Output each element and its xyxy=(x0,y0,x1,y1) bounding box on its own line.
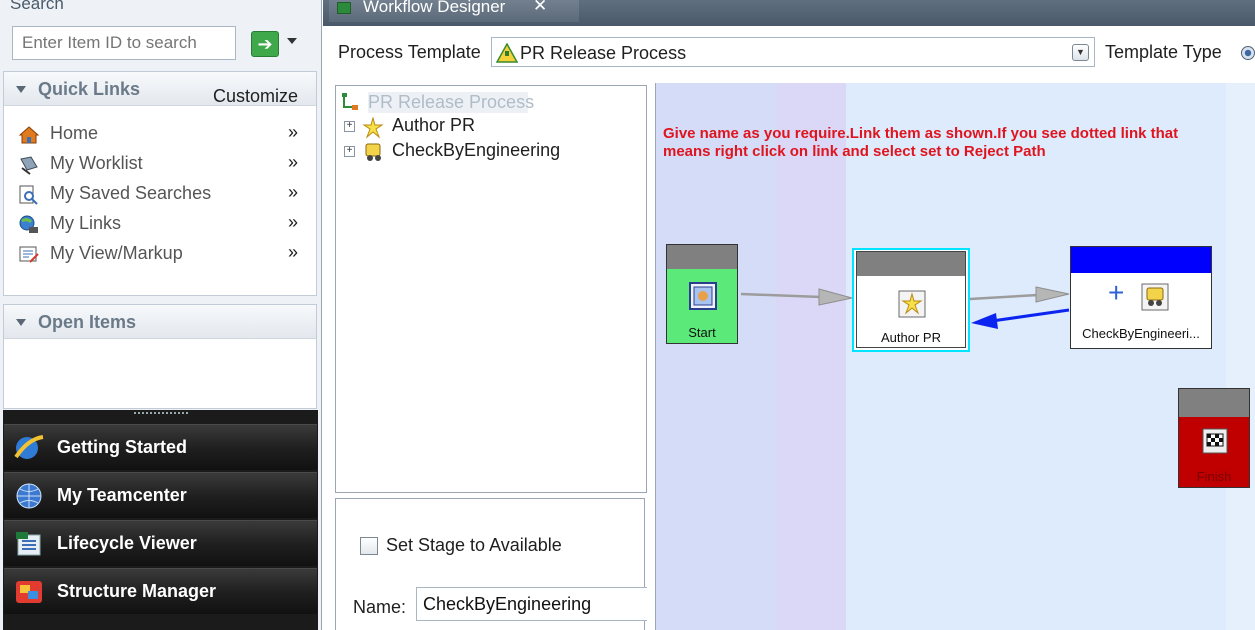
node-label: CheckByEngineeri... xyxy=(1082,326,1200,341)
set-stage-label: Set Stage to Available xyxy=(386,535,562,555)
chevron-right-icon[interactable]: » xyxy=(288,182,298,203)
quick-link-my-links[interactable]: My Links » xyxy=(18,212,298,238)
saved-searches-icon xyxy=(19,185,38,205)
links-icon xyxy=(19,215,38,233)
quick-link-saved-searches[interactable]: My Saved Searches » xyxy=(18,182,298,208)
structure-manager-icon xyxy=(16,581,42,603)
item-id-search-input[interactable] xyxy=(12,26,236,60)
app-lifecycle-viewer[interactable]: Lifecycle Viewer xyxy=(4,520,317,566)
tab-title: Workflow Designer xyxy=(363,0,506,16)
app-my-teamcenter[interactable]: My Teamcenter xyxy=(4,472,317,518)
collapse-triangle-icon[interactable] xyxy=(16,319,26,326)
quick-links-section: Quick Links Customize Home » My Worklist… xyxy=(3,71,317,296)
node-header xyxy=(1179,389,1249,417)
arrow-right-icon: ➔ xyxy=(257,34,273,54)
node-label: Finish xyxy=(1196,469,1232,484)
quick-link-worklist[interactable]: My Worklist » xyxy=(18,152,298,178)
workflow-designer-view: Process Template PR Release Process ▼ Te… xyxy=(323,26,1255,630)
worklist-icon xyxy=(20,156,38,175)
process-root-icon xyxy=(342,93,358,110)
close-icon[interactable]: ✕ xyxy=(533,0,547,16)
template-type-radio[interactable] xyxy=(1241,46,1255,60)
template-type-label: Template Type xyxy=(1105,42,1222,62)
getting-started-icon xyxy=(14,435,44,459)
app-label: Structure Manager xyxy=(57,581,217,601)
application-launcher: Getting Started My Teamcenter Lifecycle … xyxy=(3,410,318,630)
set-stage-checkbox[interactable] xyxy=(360,537,378,555)
tab-workflow-designer[interactable]: Workflow Designer ✕ xyxy=(329,0,579,22)
quick-link-home[interactable]: Home » xyxy=(18,122,298,148)
link-start-to-author-pr[interactable] xyxy=(740,288,853,306)
quick-link-label: Home xyxy=(50,123,99,143)
quick-link-label: My Saved Searches xyxy=(50,183,212,203)
lifecycle-viewer-icon xyxy=(16,532,41,556)
my-teamcenter-icon xyxy=(16,483,42,509)
app-getting-started[interactable]: Getting Started xyxy=(4,424,317,470)
start-icon xyxy=(689,282,717,310)
tree-node-label: PR Release Process xyxy=(368,92,535,113)
quick-link-label: My View/Markup xyxy=(50,243,183,263)
chevron-right-icon[interactable]: » xyxy=(288,242,298,263)
quick-link-label: My Worklist xyxy=(50,153,143,173)
link-author-pr-to-check[interactable] xyxy=(969,286,1070,303)
app-label: Getting Started xyxy=(57,437,188,457)
review-task-icon xyxy=(365,143,381,161)
search-section-title: Search xyxy=(10,0,64,13)
expand-plus-icon[interactable]: + xyxy=(344,146,355,157)
tree-node-label: Author PR xyxy=(392,115,476,135)
search-go-button[interactable]: ➔ xyxy=(251,31,279,57)
finish-flag-icon xyxy=(1202,428,1228,454)
task-properties-panel: Set Stage to Available Name: xyxy=(335,498,647,630)
collapse-triangle-icon[interactable] xyxy=(16,86,26,93)
quick-link-view-markup[interactable]: My View/Markup » xyxy=(18,242,298,268)
review-task-icon xyxy=(1141,283,1169,311)
quick-links-title: Quick Links xyxy=(38,79,141,99)
quick-link-label: My Links xyxy=(50,213,122,233)
workflow-links xyxy=(740,286,1070,329)
quick-links-header[interactable]: Quick Links Customize xyxy=(4,72,316,106)
chevron-right-icon[interactable]: » xyxy=(288,152,298,173)
process-template-value: PR Release Process xyxy=(520,43,687,63)
task-name-input[interactable] xyxy=(416,587,647,621)
open-items-section: Open Items xyxy=(3,304,317,409)
process-template-combo[interactable]: PR Release Process ▼ xyxy=(491,37,1095,67)
process-template-icon xyxy=(496,43,518,63)
app-label: Lifecycle Viewer xyxy=(57,533,197,553)
expand-plus-icon[interactable]: + xyxy=(344,121,355,132)
home-icon xyxy=(18,126,40,144)
expand-plus-icon[interactable]: + xyxy=(1108,277,1124,309)
open-items-header[interactable]: Open Items xyxy=(4,305,316,339)
task-name-label: Name: xyxy=(353,597,407,617)
node-header xyxy=(857,252,965,276)
workflow-canvas[interactable]: Give name as you require.Link them as sh… xyxy=(655,83,1255,630)
link-check-reject-to-author-pr[interactable] xyxy=(971,308,1070,329)
resize-grip[interactable] xyxy=(134,412,188,416)
node-finish[interactable]: Finish xyxy=(1178,388,1250,488)
node-label: Author PR xyxy=(881,330,941,345)
chevron-down-icon[interactable]: ▼ xyxy=(1072,44,1089,61)
open-items-title: Open Items xyxy=(38,312,137,332)
process-template-label: Process Template xyxy=(338,42,481,62)
markup-icon xyxy=(19,246,39,263)
do-task-icon xyxy=(898,290,926,318)
chevron-right-icon[interactable]: » xyxy=(288,122,298,143)
navigation-pane: Search ➔ Quick Links Customize Home » My… xyxy=(0,0,322,630)
customize-link[interactable]: Customize xyxy=(213,86,298,107)
do-task-icon xyxy=(362,117,384,139)
process-tree-panel: PR Release Process + Author PR + CheckBy… xyxy=(335,85,647,493)
app-label: My Teamcenter xyxy=(57,485,187,505)
app-structure-manager[interactable]: Structure Manager xyxy=(4,568,317,614)
node-author-pr[interactable]: Author PR xyxy=(852,248,970,352)
node-check-by-engineering[interactable]: + CheckByEngineeri... xyxy=(1070,246,1212,349)
editor-tab-bar: Workflow Designer ✕ xyxy=(323,0,1255,26)
node-header xyxy=(667,245,737,269)
workflow-designer-icon xyxy=(337,2,351,14)
node-header xyxy=(1071,247,1211,273)
tree-node-label: CheckByEngineering xyxy=(392,140,561,160)
chevron-right-icon[interactable]: » xyxy=(288,212,298,233)
node-start[interactable]: Start xyxy=(666,244,738,344)
search-options-chevron-down-icon[interactable] xyxy=(287,38,297,44)
node-label: Start xyxy=(688,325,716,340)
